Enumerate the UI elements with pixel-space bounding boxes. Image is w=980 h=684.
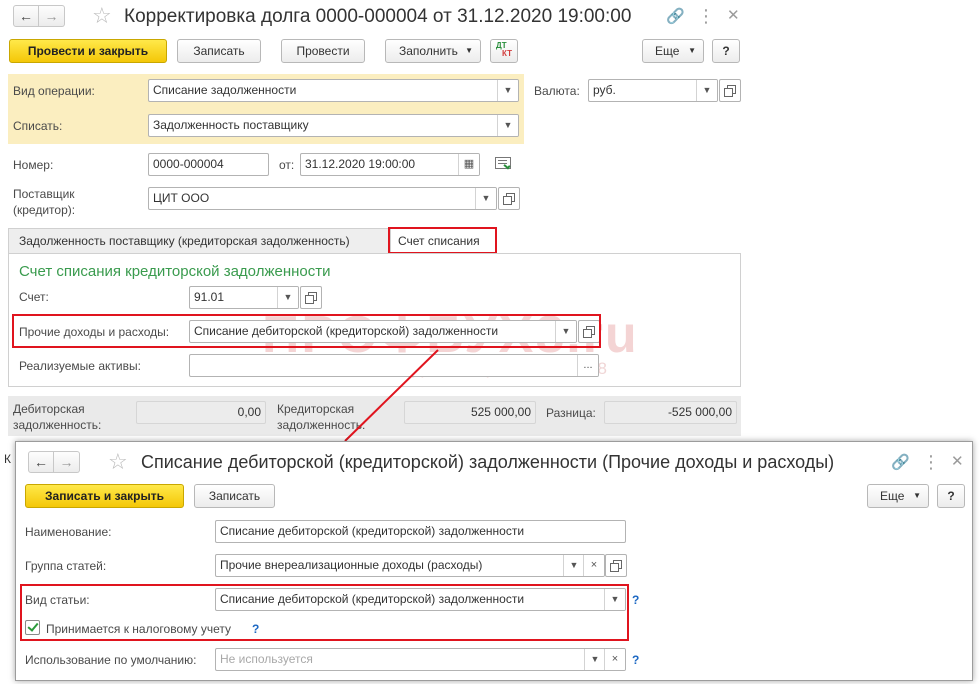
default-usage-label: Использование по умолчанию: xyxy=(25,653,197,667)
popup-more-button[interactable]: Еще ▼ xyxy=(867,484,929,508)
group-label: Группа статей: xyxy=(25,559,107,573)
connector-line xyxy=(344,349,439,442)
popup-title: Списание дебиторской (кредиторской) задо… xyxy=(141,452,835,472)
popup-link-icon[interactable]: 🔗 xyxy=(891,455,910,471)
popup-back-button[interactable]: ← xyxy=(28,451,54,473)
name-input[interactable]: Списание дебиторской (кредиторской) задо… xyxy=(215,520,626,543)
open-group-icon[interactable] xyxy=(605,554,627,577)
popup-help-button[interactable]: ? xyxy=(937,484,965,508)
name-label: Наименование: xyxy=(25,525,112,539)
chevron-down-icon[interactable]: ▼ xyxy=(584,649,605,670)
highlight-kind-box xyxy=(20,584,629,641)
default-usage-help-icon[interactable]: ? xyxy=(632,653,639,667)
kind-help-icon[interactable]: ? xyxy=(632,593,639,607)
popup-save-button[interactable]: Записать xyxy=(194,484,275,508)
default-usage-placeholder: Не используется xyxy=(220,652,313,666)
default-usage-select[interactable]: Не используется ▼ × xyxy=(215,648,626,671)
clear-icon[interactable]: × xyxy=(604,649,625,670)
clear-icon[interactable]: × xyxy=(583,555,604,576)
chevron-down-icon: ▼ xyxy=(913,491,921,500)
save-and-close-button[interactable]: Записать и закрыть xyxy=(25,484,184,508)
chevron-down-icon[interactable]: ▼ xyxy=(563,555,584,576)
popup-favorite-star-icon[interactable]: ☆ xyxy=(108,451,128,473)
group-select[interactable]: Прочие внереализационные доходы (расходы… xyxy=(215,554,605,577)
popup-more-vertical-icon[interactable]: ⋮ xyxy=(922,453,940,471)
popup-forward-button[interactable]: → xyxy=(54,451,80,473)
popup-more-label: Еще xyxy=(880,489,905,503)
group-value: Прочие внереализационные доходы (расходы… xyxy=(220,558,483,572)
popup-close-icon[interactable]: ✕ xyxy=(951,454,964,470)
